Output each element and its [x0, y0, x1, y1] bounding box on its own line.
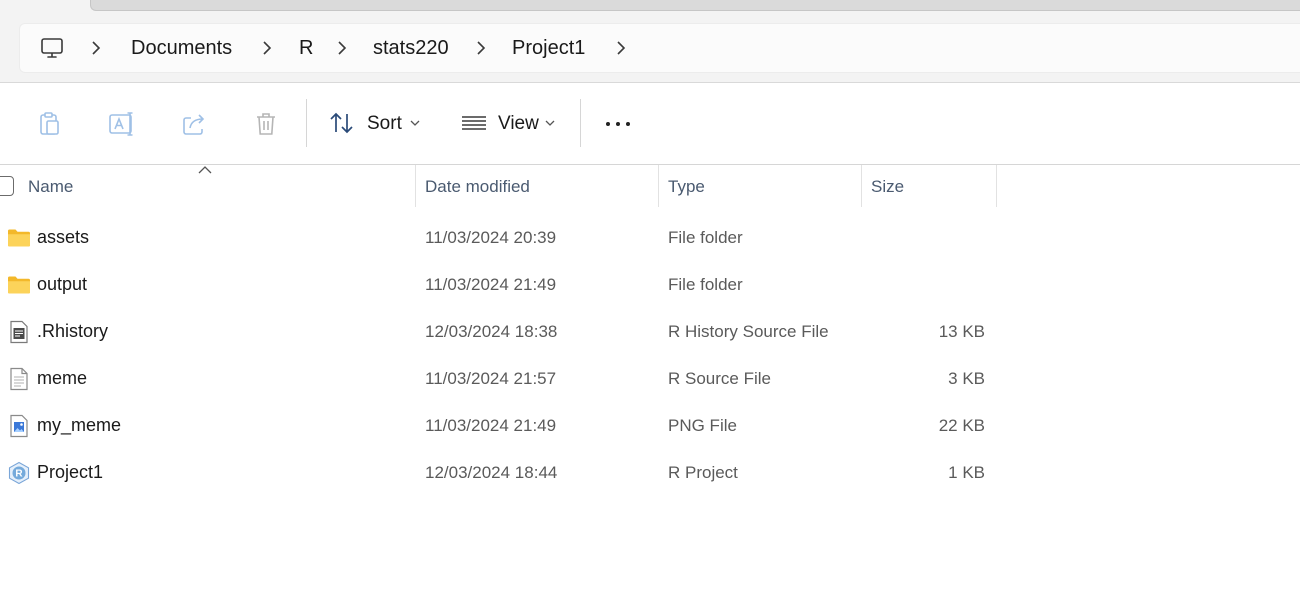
address-bar[interactable]: Documents R stats220 Project1 [19, 23, 1300, 73]
column-divider[interactable] [861, 165, 862, 207]
paste-icon[interactable] [36, 110, 64, 138]
view-icon [462, 116, 486, 130]
file-name: my_meme [37, 415, 122, 435]
file-row[interactable]: .Rhistory 12/03/2024 18:38 R History Sou… [0, 309, 1300, 356]
breadcrumb-item-stats220[interactable]: stats220 [373, 36, 449, 60]
breadcrumb-item-documents[interactable]: Documents [131, 36, 232, 60]
file-size: 13 KB [938, 322, 985, 341]
file-name: meme [37, 368, 88, 388]
text-file-icon [10, 367, 28, 391]
chevron-right-icon[interactable] [261, 40, 273, 56]
command-bar: Sort View [0, 83, 1300, 165]
file-name: assets [37, 227, 90, 247]
file-size: 1 KB [948, 463, 985, 482]
file-row[interactable]: my_meme 11/03/2024 21:49 PNG File 22 KB [0, 403, 1300, 450]
chevron-down-icon [545, 120, 555, 126]
file-type: File folder [668, 228, 743, 247]
file-date: 11/03/2024 21:49 [425, 416, 557, 435]
select-all-checkbox[interactable] [0, 176, 14, 196]
file-type: File folder [668, 275, 743, 294]
title-bar-area: Documents R stats220 Project1 [0, 0, 1300, 83]
svg-text:R: R [15, 469, 23, 480]
more-icon[interactable] [604, 110, 632, 138]
tab-strip [90, 0, 1300, 11]
file-type: R Project [668, 463, 738, 482]
file-name: output [37, 274, 88, 294]
image-file-icon [10, 414, 28, 438]
file-type: R Source File [668, 369, 771, 388]
file-date: 11/03/2024 21:57 [425, 369, 557, 388]
rhistory-file-icon [10, 320, 28, 344]
chevron-right-icon[interactable] [336, 40, 348, 56]
breadcrumb: Documents R stats220 Project1 [20, 24, 1300, 72]
file-row[interactable]: output 11/03/2024 21:49 File folder [0, 262, 1300, 309]
file-type: R History Source File [668, 322, 829, 341]
column-divider[interactable] [415, 165, 416, 207]
folder-icon [8, 229, 30, 247]
file-row[interactable]: assets 11/03/2024 20:39 File folder [0, 215, 1300, 262]
sort-label: Sort [367, 113, 402, 134]
file-size: 22 KB [938, 416, 985, 435]
breadcrumb-item-project1[interactable]: Project1 [512, 36, 585, 60]
file-row[interactable]: R Project1 12/03/2024 18:44 R Project 1 … [0, 450, 1300, 497]
column-header-row: Name Date modified Type Size [0, 165, 1300, 209]
view-button[interactable]: View [460, 109, 560, 139]
file-name: .Rhistory [37, 321, 109, 341]
sort-icon [330, 112, 353, 134]
breadcrumb-item-r[interactable]: R [299, 36, 313, 60]
chevron-right-icon[interactable] [90, 40, 102, 56]
toolbar-separator [580, 99, 581, 147]
file-date: 12/03/2024 18:38 [425, 322, 558, 341]
rename-icon[interactable] [108, 110, 136, 138]
folder-icon [8, 276, 30, 294]
file-row[interactable]: meme 11/03/2024 21:57 R Source File 3 KB [0, 356, 1300, 403]
file-type: PNG File [668, 416, 737, 435]
column-divider[interactable] [996, 165, 997, 207]
toolbar-separator [306, 99, 307, 147]
file-size: 3 KB [948, 369, 985, 388]
file-date: 11/03/2024 20:39 [425, 228, 557, 247]
sort-button[interactable]: Sort [328, 109, 428, 139]
sort-ascending-icon [198, 166, 212, 174]
computer-icon[interactable] [40, 36, 64, 60]
column-header-size[interactable]: Size [871, 177, 904, 197]
view-label: View [498, 113, 539, 134]
column-header-date[interactable]: Date modified [425, 177, 530, 197]
rproject-file-icon: R [8, 461, 30, 485]
file-date: 11/03/2024 21:49 [425, 275, 557, 294]
share-icon[interactable] [180, 110, 208, 138]
file-date: 12/03/2024 18:44 [425, 463, 558, 482]
chevron-right-icon[interactable] [475, 40, 487, 56]
file-name: Project1 [37, 462, 104, 482]
column-header-type[interactable]: Type [668, 177, 705, 197]
chevron-down-icon [410, 120, 420, 126]
chevron-right-icon[interactable] [615, 40, 627, 56]
column-divider[interactable] [658, 165, 659, 207]
column-header-name[interactable]: Name [28, 177, 73, 197]
delete-icon[interactable] [252, 110, 280, 138]
